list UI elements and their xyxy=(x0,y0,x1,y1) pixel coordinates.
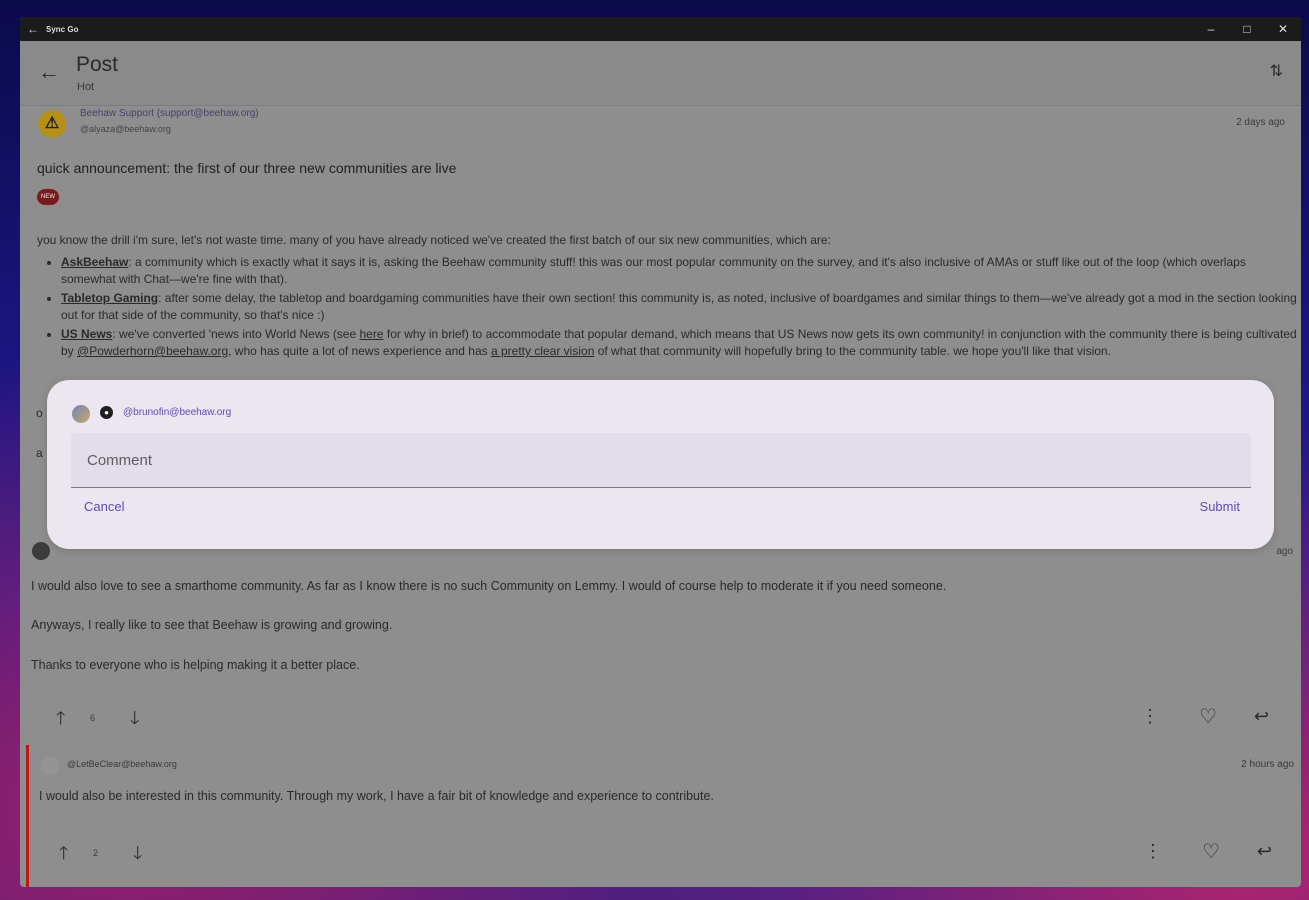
user-link[interactable]: @Powderhorn@beehaw.org xyxy=(77,344,228,358)
heart-icon[interactable]: ♡ xyxy=(1202,839,1220,864)
avatar[interactable] xyxy=(32,542,50,560)
account-handle[interactable]: @brunofin@beehaw.org xyxy=(123,407,231,418)
list-item-text: , who has quite a lot of news experience… xyxy=(228,344,491,358)
score: 2 xyxy=(93,848,99,858)
vision-link[interactable]: a pretty clear vision xyxy=(491,344,594,358)
back-arrow-icon[interactable]: ← xyxy=(38,59,60,85)
new-badge: NEW xyxy=(37,189,59,205)
community-link[interactable]: Tabletop Gaming xyxy=(61,291,158,305)
sort-icon[interactable]: ⇅ xyxy=(1270,61,1283,81)
list-item-text: : after some delay, the tabletop and boa… xyxy=(61,291,1297,322)
comment-time: 2 hours ago xyxy=(1241,759,1294,770)
avatar[interactable] xyxy=(41,757,59,775)
more-icon[interactable]: ⋮ xyxy=(1144,841,1162,862)
community-list: AskBeehaw: a community which is exactly … xyxy=(37,254,1301,362)
window-title: Sync Go xyxy=(46,24,79,34)
comment-body: I would also be interested in this commu… xyxy=(39,789,714,803)
page-subtitle: Hot xyxy=(77,81,95,93)
here-link[interactable]: here xyxy=(360,327,384,341)
downvote-icon[interactable]: 🡓 xyxy=(130,706,139,736)
cancel-button[interactable]: Cancel xyxy=(84,499,124,514)
comment-field-container xyxy=(71,433,1251,488)
minimize-icon[interactable]: – xyxy=(1193,22,1229,36)
comment-input[interactable] xyxy=(71,433,1251,487)
list-item: US News: we've converted 'news into Worl… xyxy=(61,326,1301,360)
avatar[interactable] xyxy=(72,405,90,423)
page-title: Post xyxy=(76,53,119,76)
comment-paragraph: Anyways, I really like to see that Beeha… xyxy=(31,618,393,632)
list-item-text: : a community which is exactly what it s… xyxy=(61,255,1246,286)
comment-handle[interactable]: @LetBeClear@beehaw.org xyxy=(67,759,177,769)
community-link[interactable]: US News xyxy=(61,327,112,341)
hidden-line: o xyxy=(36,406,43,420)
reply-icon[interactable]: ↩ xyxy=(1257,841,1272,862)
comment-paragraph: I would also love to see a smarthome com… xyxy=(31,579,947,593)
list-item-text: of what that community will hopefully br… xyxy=(594,344,1111,358)
list-item-text: : we've converted 'news into World News … xyxy=(112,327,360,341)
reply-icon[interactable]: ↩ xyxy=(1254,706,1269,727)
upvote-icon[interactable]: 🡑 xyxy=(56,706,65,736)
comment-actions: 🡑 6 🡓 ⋮ ♡ ↩ xyxy=(20,706,1301,736)
window-controls: – □ ✕ xyxy=(1193,22,1301,36)
upvote-icon[interactable]: 🡑 xyxy=(59,841,68,871)
post-title: quick announcement: the first of our thr… xyxy=(37,160,457,176)
warning-icon[interactable]: ⚠ xyxy=(38,110,66,138)
post-time: 2 days ago xyxy=(1236,117,1285,128)
comment-actions: 🡑 2 🡓 ⋮ ♡ ↩ xyxy=(23,841,1301,871)
comment-dialog: ● @brunofin@beehaw.org Cancel Submit xyxy=(47,380,1274,549)
person-icon: ● xyxy=(100,406,113,419)
list-item: Tabletop Gaming: after some delay, the t… xyxy=(61,290,1301,324)
comment-time: ago xyxy=(1276,546,1293,557)
close-icon[interactable]: ✕ xyxy=(1265,22,1301,36)
comment-reply: @LetBeClear@beehaw.org 2 hours ago I wou… xyxy=(26,745,1301,887)
title-bar: ← Sync Go – □ ✕ xyxy=(20,17,1301,41)
list-item: AskBeehaw: a community which is exactly … xyxy=(61,254,1301,288)
score: 6 xyxy=(90,713,96,723)
comment-paragraph: Thanks to everyone who is helping making… xyxy=(31,658,360,672)
app-bar: ← Post Hot ⇅ xyxy=(20,41,1301,106)
downvote-icon[interactable]: 🡓 xyxy=(133,841,142,871)
submit-button[interactable]: Submit xyxy=(1200,499,1240,514)
post-intro: you know the drill i'm sure, let's not w… xyxy=(37,233,831,247)
post-author-name[interactable]: Beehaw Support (support@beehaw.org) xyxy=(80,108,259,119)
post-author-handle[interactable]: @alyaza@beehaw.org xyxy=(80,124,171,134)
community-link[interactable]: AskBeehaw xyxy=(61,255,128,269)
heart-icon[interactable]: ♡ xyxy=(1199,704,1217,729)
hidden-line: a xyxy=(36,446,43,460)
maximize-icon[interactable]: □ xyxy=(1229,22,1265,36)
titlebar-back-icon[interactable]: ← xyxy=(20,22,46,36)
more-icon[interactable]: ⋮ xyxy=(1141,706,1159,727)
